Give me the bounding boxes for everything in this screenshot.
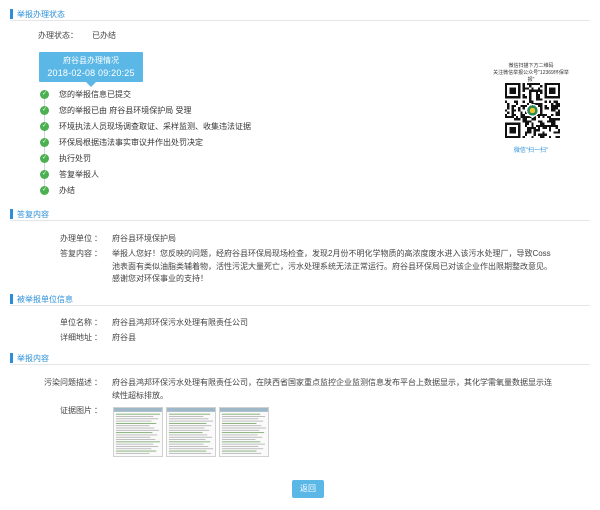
progress-steps: ✓ 您的举报信息已提交 ✓ 您的举报已由 府谷县环境保护局 受理 ✓ 环境执法人员现场调查…: [40, 86, 340, 198]
section-divider: [10, 220, 590, 221]
reported-section-title-text: 被举报单位信息: [17, 294, 73, 304]
colon: ：: [94, 406, 102, 415]
report-problem-row: 污染问题描述 ： 府谷县鸿邦环保污水处理有限责任公司，在陕西省国家重点监控企业监…: [30, 377, 560, 402]
evidence-thumbnail[interactable]: [219, 407, 269, 457]
reply-section-title-text: 答复内容: [17, 209, 49, 219]
report-section-title: 举报内容: [10, 352, 49, 364]
progress-step: ✓ 环保局根据违法事实审议并作出处罚决定: [40, 134, 340, 150]
status-section-title-text: 举报办理状态: [17, 9, 65, 19]
reply-content-label: 答复内容: [60, 249, 92, 258]
section-bar: [10, 209, 13, 219]
check-circle-icon: ✓: [40, 105, 49, 115]
reply-unit-row: 办理单位 ： 府谷县环境保护局: [30, 233, 176, 244]
colon: ：: [94, 378, 102, 387]
progress-step-text: 环境执法人员现场调查取证、采样监测、收集违法证据: [59, 121, 251, 131]
progress-step-text: 您的举报信息已提交: [59, 89, 131, 99]
evidence-images: [113, 407, 269, 457]
check-circle-icon: ✓: [40, 169, 49, 179]
check-circle-icon: ✓: [40, 137, 49, 147]
progress-step: ✓ 您的举报已由 府谷县环境保护局 受理: [40, 102, 340, 118]
progress-step-text: 您的举报已由 府谷县环境保护局 受理: [59, 105, 192, 115]
qr-code-icon: [505, 83, 560, 138]
reported-name-value: 府谷县鸿邦环保污水处理有限责任公司: [112, 318, 248, 327]
section-bar: [10, 9, 13, 19]
badge-datetime: 2018-02-08 09:20:25: [47, 68, 135, 78]
qr-caption-line1: 微信扫描下方二维码: [508, 63, 554, 69]
progress-step-text: 环保局根据违法事实审议并作出处罚决定: [59, 137, 203, 147]
progress-step-text: 答复举报人: [59, 169, 99, 179]
colon: ：: [94, 333, 102, 342]
check-circle-icon: ✓: [40, 121, 49, 131]
progress-step: ✓ 答复举报人: [40, 166, 340, 182]
qr-scan-link[interactable]: 微信"扫一扫": [490, 145, 572, 154]
status-label: 办理状态：: [38, 31, 78, 40]
evidence-thumbnail[interactable]: [166, 407, 216, 457]
reply-content-row: 答复内容 ： 举报人您好！您反映的问题，经府谷县环保局现场检查，发现2月份不明化…: [30, 248, 560, 286]
report-problem-label: 污染问题描述: [44, 378, 92, 387]
report-section-title-text: 举报内容: [17, 353, 49, 363]
reply-section-title: 答复内容: [10, 208, 49, 220]
evidence-image: [167, 408, 215, 454]
evidence-thumbnail[interactable]: [113, 407, 163, 457]
section-bar: [10, 353, 13, 363]
evidence-image: [114, 408, 162, 454]
status-row: 办理状态： 已办结: [30, 30, 116, 41]
reported-address-label: 详细地址: [60, 333, 92, 342]
progress-badge: 府谷县办理情况 2018-02-08 09:20:25: [39, 52, 143, 82]
reply-content-value: 举报人您好！您反映的问题，经府谷县环保局现场检查，发现2月份不明化学物质的高浓度…: [112, 249, 552, 283]
badge-title: 府谷县办理情况: [63, 56, 119, 65]
report-problem-value: 府谷县鸿邦环保污水处理有限责任公司，在陕西省国家重点监控企业监测信息发布平台上数…: [112, 378, 552, 400]
check-circle-icon: ✓: [40, 185, 49, 195]
reported-name-row: 单位名称 ： 府谷县鸿邦环保污水处理有限责任公司: [30, 317, 248, 328]
progress-step: ✓ 环境执法人员现场调查取证、采样监测、收集违法证据: [40, 118, 340, 134]
section-divider: [10, 305, 590, 306]
section-bar: [10, 294, 13, 304]
evidence-image: [220, 408, 268, 454]
back-button[interactable]: 返回: [292, 480, 324, 498]
check-circle-icon: ✓: [40, 89, 49, 99]
colon: ：: [94, 234, 102, 243]
check-circle-icon: ✓: [40, 153, 49, 163]
progress-step-text: 执行处罚: [59, 153, 91, 163]
reported-section-title: 被举报单位信息: [10, 293, 73, 305]
status-value: 已办结: [92, 31, 116, 40]
reported-address-value: 府谷县: [112, 333, 136, 342]
colon: ：: [94, 318, 102, 327]
reply-unit-value: 府谷县环境保护局: [112, 234, 176, 243]
report-evidence-row: 证据图片 ：: [30, 405, 112, 416]
qr-caption-line2: 关注微信举报公众号"12369环保举报": [493, 70, 569, 83]
progress-step-text: 办结: [59, 185, 75, 195]
report-evidence-label: 证据图片: [60, 406, 92, 415]
reported-name-label: 单位名称: [60, 318, 92, 327]
progress-step: ✓ 执行处罚: [40, 150, 340, 166]
reported-address-row: 详细地址 ： 府谷县: [30, 332, 136, 343]
section-divider: [10, 364, 590, 365]
progress-step: ✓ 办结: [40, 182, 340, 198]
colon: ：: [94, 249, 102, 258]
section-divider: [10, 20, 590, 21]
reply-unit-label: 办理单位: [60, 234, 92, 243]
status-section-title: 举报办理状态: [10, 8, 65, 20]
progress-step: ✓ 您的举报信息已提交: [40, 86, 340, 102]
